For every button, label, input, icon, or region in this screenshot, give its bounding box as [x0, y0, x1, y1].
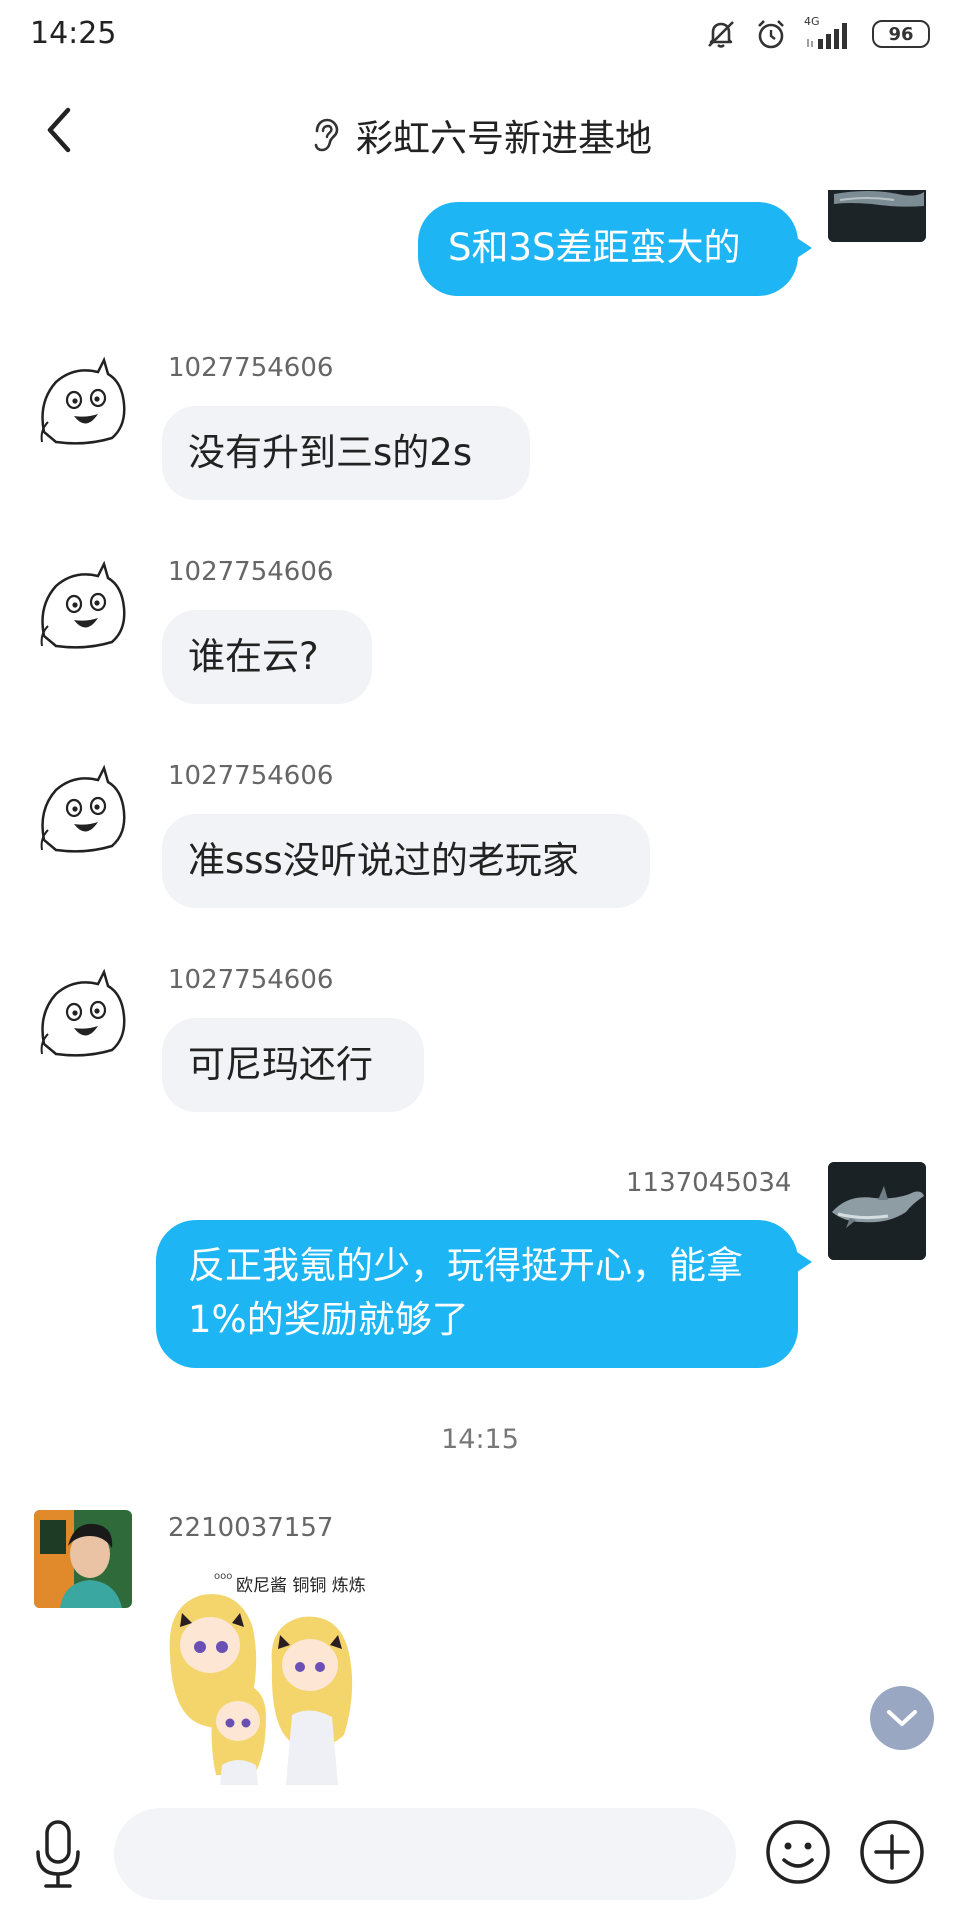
- smiley-icon: [766, 1820, 830, 1884]
- message-bubble-out[interactable]: 反正我氪的少，玩得挺开心，能拿1%的奖励就够了: [156, 1220, 812, 1368]
- battery-icon: 96: [872, 20, 930, 48]
- more-button[interactable]: [858, 1818, 926, 1886]
- chevron-down-icon: [887, 1710, 917, 1726]
- sticker-image[interactable]: 欧尼酱 铜铜 炼炼 ooo: [162, 1565, 398, 1785]
- message-text: 可尼玛还行: [188, 1043, 373, 1086]
- page-title: 彩虹六号新进基地: [356, 117, 652, 160]
- svg-text:ooo: ooo: [214, 1571, 232, 1582]
- message-bubble-in[interactable]: 可尼玛还行: [162, 1018, 424, 1112]
- message-bubble-in[interactable]: 准sss没听说过的老玩家: [162, 814, 650, 908]
- message-text: 反正我氪的少，玩得挺开心，能拿1%的奖励就够了: [188, 1244, 743, 1341]
- microphone-icon: [36, 1820, 80, 1888]
- message-text: S和3S差距蛮大的: [448, 226, 741, 269]
- message-text: 谁在云?: [188, 635, 319, 678]
- avatar-2210037157[interactable]: [34, 1510, 132, 1608]
- voice-button[interactable]: [28, 1816, 88, 1896]
- message-bubble-in[interactable]: 谁在云?: [162, 610, 372, 704]
- title-group[interactable]: 彩虹六号新进基地: [0, 108, 960, 162]
- sticker-caption: 欧尼酱 铜铜 炼炼: [236, 1576, 366, 1596]
- bubble-tail: [794, 236, 812, 260]
- bubble-tail: [794, 1250, 812, 1274]
- timestamp: 14:15: [441, 1424, 519, 1455]
- scroll-to-bottom-button[interactable]: [870, 1686, 934, 1750]
- ear-icon: [314, 118, 339, 152]
- sender-name: 1027754606: [168, 965, 334, 995]
- sender-name: 1027754606: [168, 761, 334, 791]
- message-text: 没有升到三s的2s: [188, 431, 473, 474]
- alarm-icon: [754, 17, 788, 51]
- sender-name: 1027754606: [168, 557, 334, 587]
- avatar-1027754606[interactable]: [34, 352, 132, 450]
- input-bar: [0, 1800, 960, 1920]
- avatar-1027754606[interactable]: [34, 556, 132, 654]
- avatar-1027754606[interactable]: [34, 760, 132, 858]
- message-bubble-out[interactable]: S和3S差距蛮大的: [418, 202, 812, 296]
- chat-header: 彩虹六号新进基地: [0, 70, 960, 190]
- status-time: 14:25: [30, 16, 117, 51]
- message-input[interactable]: [114, 1808, 736, 1900]
- avatar-self[interactable]: [828, 1162, 926, 1260]
- chat-screen: 14:25 4G 96 彩虹六号新进基地 S和3S差距蛮大的 102775460…: [0, 0, 960, 1920]
- avatar-self[interactable]: [828, 190, 926, 242]
- sender-name: 1027754606: [168, 353, 334, 383]
- plus-icon: [860, 1820, 924, 1884]
- signal-icon: 4G: [804, 15, 856, 51]
- avatar-1027754606[interactable]: [34, 964, 132, 1062]
- message-bubble-in[interactable]: 没有升到三s的2s: [162, 406, 530, 500]
- emoji-button[interactable]: [764, 1818, 832, 1886]
- status-bar: 14:25 4G 96: [0, 0, 960, 70]
- status-icons: 4G 96: [704, 15, 930, 52]
- message-text: 准sss没听说过的老玩家: [188, 839, 579, 882]
- mute-icon: [704, 17, 738, 51]
- sender-name: 2210037157: [168, 1513, 334, 1543]
- sender-name: 1137045034: [626, 1168, 792, 1198]
